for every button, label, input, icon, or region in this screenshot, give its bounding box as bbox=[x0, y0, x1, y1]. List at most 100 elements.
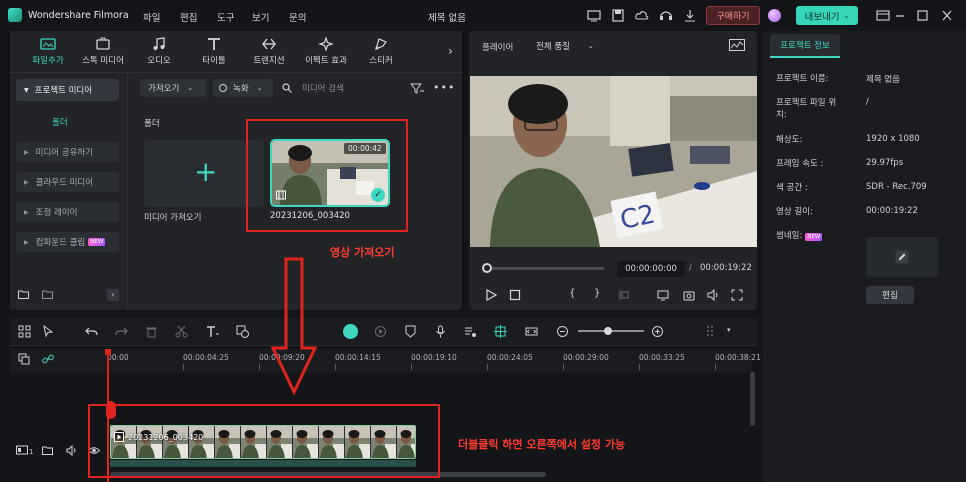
record-dot-icon bbox=[219, 84, 227, 92]
menu-help[interactable]: 문의 bbox=[289, 10, 306, 24]
chevron-down-icon: ⌄ bbox=[587, 42, 594, 50]
tab-titles[interactable]: 타이틀 bbox=[186, 37, 242, 66]
maximize-icon[interactable] bbox=[915, 9, 929, 22]
buy-button[interactable]: 구매하기 bbox=[706, 6, 760, 25]
info-key-location: 프로젝트 파일 위치: bbox=[776, 98, 837, 120]
folder-lock-icon[interactable] bbox=[42, 445, 53, 456]
caret-right-icon: ▶ bbox=[24, 178, 29, 186]
annotation-double-click-note: 더블클릭 하면 오른쪽에서 설정 가능 bbox=[458, 438, 626, 451]
select-pointer-icon[interactable] bbox=[42, 325, 55, 338]
collapse-sidebar-button[interactable]: ‹ bbox=[107, 289, 119, 301]
menu-edit[interactable]: 편집 bbox=[180, 10, 197, 24]
record-dropdown[interactable]: 녹화 ⌄ bbox=[213, 79, 273, 97]
thumbnail-label: 썸네일: bbox=[776, 231, 803, 241]
tab-effects[interactable]: 이펙트 효과 bbox=[298, 37, 354, 66]
volume-icon[interactable] bbox=[707, 289, 719, 301]
tab-audio[interactable]: 오디오 bbox=[131, 37, 187, 66]
stop-icon[interactable] bbox=[509, 289, 521, 301]
tab-label: 오디오 bbox=[147, 56, 171, 66]
zoom-out-icon[interactable] bbox=[556, 325, 569, 338]
link-icon[interactable] bbox=[42, 353, 54, 365]
menu-view[interactable]: 보기 bbox=[252, 10, 269, 24]
zoom-in-icon[interactable] bbox=[651, 325, 664, 338]
export-button[interactable]: 내보내기 ⌄ bbox=[796, 6, 858, 25]
camera-snapshot-icon[interactable] bbox=[683, 289, 695, 301]
monitor-icon[interactable] bbox=[587, 9, 601, 22]
import-dropdown[interactable]: 가져오기 ⌄ bbox=[140, 79, 206, 97]
save-icon[interactable] bbox=[611, 9, 625, 22]
ai-assistant-icon[interactable] bbox=[343, 324, 358, 339]
delete-trash-icon[interactable] bbox=[145, 325, 158, 338]
search-input[interactable]: 미디어 검색 bbox=[302, 82, 344, 94]
new-folder-icon[interactable] bbox=[18, 290, 29, 299]
time-separator: / bbox=[689, 263, 692, 273]
tab-stock-media[interactable]: 스톡 미디어 bbox=[75, 37, 131, 66]
minimize-icon[interactable] bbox=[893, 9, 907, 22]
edit-thumbnail-button[interactable]: 편집 bbox=[866, 286, 914, 304]
thumbnail-box[interactable] bbox=[866, 237, 938, 277]
sidebar-folder[interactable]: 폴더 bbox=[52, 116, 68, 128]
tab-import[interactable]: 파일추가 bbox=[20, 37, 76, 66]
grid-dots-icon[interactable] bbox=[705, 325, 718, 338]
sidebar-item-adjustment-layer[interactable]: ▶ 조정 레이어 bbox=[16, 202, 119, 222]
annotation-box-timeline-clip bbox=[88, 404, 440, 478]
text-tool-icon[interactable] bbox=[206, 325, 219, 338]
tab-transitions[interactable]: 트랜지션 bbox=[241, 37, 297, 66]
headset-icon[interactable] bbox=[659, 9, 673, 22]
current-time: 00:00:00:00 bbox=[617, 261, 685, 277]
menu-tools[interactable]: 도구 bbox=[217, 10, 234, 24]
sidebar-item-media-share[interactable]: ▶ 미디어 공유하기 bbox=[16, 142, 119, 162]
sidebar-project-media[interactable]: ▼ 프로젝트 미디어 bbox=[16, 79, 119, 101]
sidebar-item-cloud-media[interactable]: ▶ 클라우드 미디어 bbox=[16, 172, 119, 192]
more-options-icon[interactable]: ••• bbox=[433, 81, 455, 94]
cloud-upload-icon[interactable] bbox=[635, 9, 649, 22]
render-preview-icon[interactable] bbox=[374, 325, 387, 338]
play-icon[interactable] bbox=[485, 289, 497, 301]
quality-dropdown[interactable]: 전체 품질 ⌄ bbox=[536, 38, 620, 54]
display-icon[interactable] bbox=[657, 289, 669, 301]
marker-shield-icon[interactable] bbox=[404, 325, 417, 338]
playback-scrubber[interactable] bbox=[486, 267, 604, 270]
playhead-handle[interactable] bbox=[105, 349, 111, 355]
undo-icon[interactable] bbox=[85, 325, 98, 338]
audio-list-icon[interactable] bbox=[464, 325, 477, 338]
media-search[interactable]: 미디어 검색 bbox=[282, 79, 402, 97]
player-label: 플레이어 bbox=[482, 43, 514, 53]
filter-icon[interactable] bbox=[410, 83, 424, 94]
avatar[interactable] bbox=[768, 9, 781, 22]
video-preview[interactable]: C2 bbox=[470, 76, 757, 247]
ruler-tick-mark bbox=[487, 364, 488, 370]
mark-in-icon[interactable]: { bbox=[569, 288, 575, 299]
fullscreen-icon[interactable] bbox=[731, 289, 743, 301]
add-track-icon[interactable] bbox=[18, 353, 30, 365]
track-volume-icon[interactable] bbox=[66, 445, 77, 456]
auto-highlight-icon[interactable] bbox=[494, 325, 507, 338]
mark-out-icon[interactable]: } bbox=[594, 288, 600, 299]
folder-icon[interactable] bbox=[42, 290, 53, 299]
insert-icon[interactable] bbox=[618, 289, 630, 301]
scrubber-handle[interactable] bbox=[482, 263, 492, 273]
close-icon[interactable] bbox=[940, 9, 954, 22]
menu-file[interactable]: 파일 bbox=[143, 10, 160, 24]
layout-icon[interactable] bbox=[876, 9, 890, 22]
sidebar-item-compound-clip[interactable]: ▶ 컴파운드 클립 NEW bbox=[16, 232, 119, 252]
scope-chart-icon[interactable] bbox=[729, 39, 745, 51]
layout-grid-icon[interactable] bbox=[18, 325, 31, 338]
timeline-vertical-scrollbar[interactable] bbox=[750, 372, 755, 426]
ruler-tick-mark bbox=[411, 364, 412, 370]
chevron-down-icon: ⌄ bbox=[187, 84, 194, 92]
microphone-icon[interactable] bbox=[434, 325, 447, 338]
chevron-down-icon[interactable]: ▾ bbox=[727, 326, 731, 334]
tabs-next-chevron-icon[interactable]: › bbox=[448, 44, 453, 58]
tab-project-info[interactable]: 프로젝트 정보 bbox=[770, 34, 840, 58]
speed-clock-icon[interactable] bbox=[236, 325, 249, 338]
scissors-icon[interactable] bbox=[175, 325, 188, 338]
tab-stickers[interactable]: 스티커 bbox=[353, 37, 409, 66]
download-icon[interactable] bbox=[683, 9, 697, 22]
plus-icon: + bbox=[194, 155, 218, 188]
redo-icon[interactable] bbox=[115, 325, 128, 338]
fit-timeline-icon[interactable] bbox=[525, 325, 538, 338]
zoom-slider-handle[interactable] bbox=[603, 327, 612, 335]
tab-label: 트랜지션 bbox=[253, 56, 285, 66]
quality-label: 전체 품질 bbox=[536, 42, 570, 52]
